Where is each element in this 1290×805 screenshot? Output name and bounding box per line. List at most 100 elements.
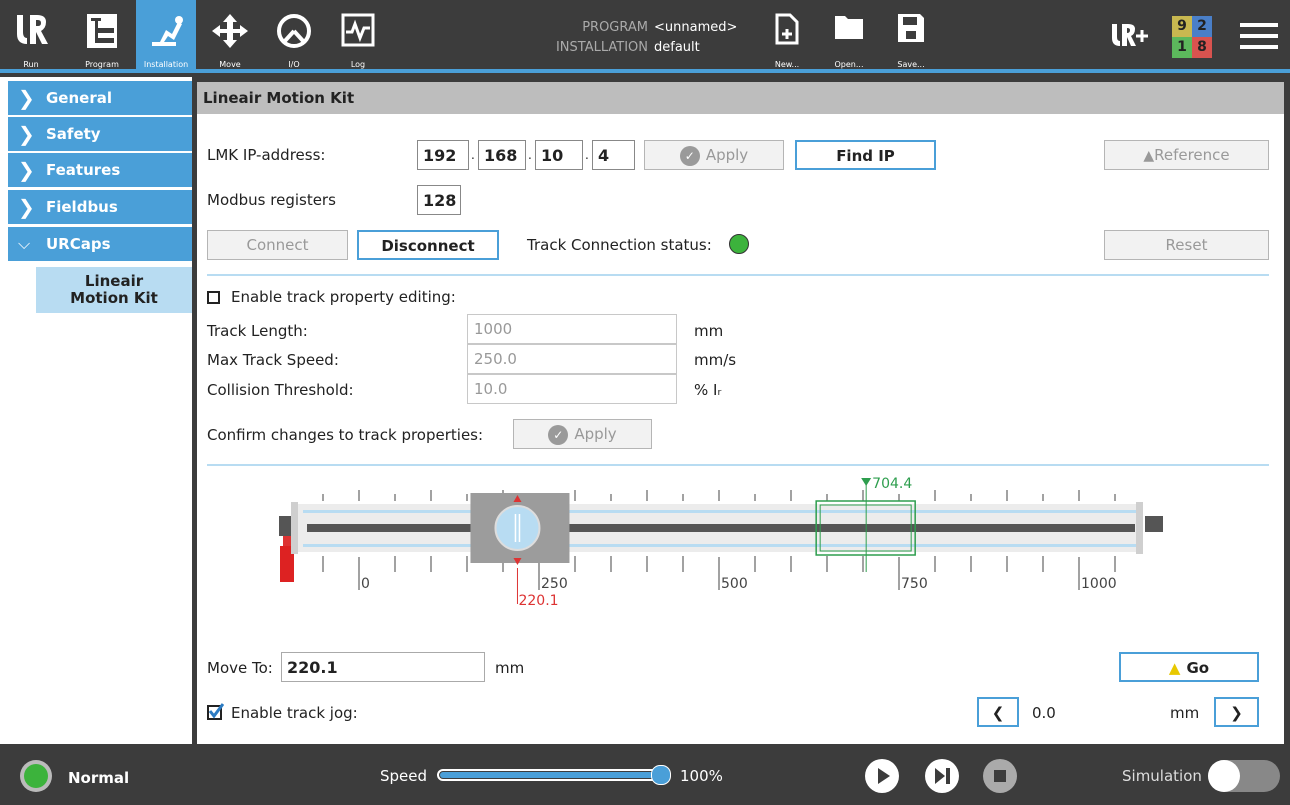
enable-track-jog-label: Enable track jog: <box>231 704 358 722</box>
warning-icon: ▲ <box>1143 148 1155 164</box>
save-icon <box>898 14 924 42</box>
go-label: Go <box>1186 659 1210 677</box>
chevron-right-icon: ❯ <box>1230 704 1243 722</box>
go-button[interactable]: ▲ Go <box>1119 652 1259 682</box>
ip-octet-2[interactable]: 168 <box>478 140 526 170</box>
speed-slider-fill <box>440 772 662 778</box>
robot-arm-icon <box>152 16 183 46</box>
apply-track-properties-button[interactable]: ✓ Apply <box>513 419 652 449</box>
chevron-right-icon: ❯ <box>18 122 35 146</box>
nav-program-label: Program <box>85 60 119 69</box>
play-button[interactable] <box>865 759 899 793</box>
sidebar-item-general[interactable]: ❯ General <box>8 81 192 115</box>
track-carriage-knob <box>494 505 541 551</box>
nav-installation-button[interactable]: Installation <box>136 0 196 73</box>
save-program-button[interactable]: Save... <box>884 0 938 73</box>
enable-track-property-editing-checkbox[interactable] <box>207 291 220 304</box>
speed-slider[interactable] <box>437 765 671 785</box>
collision-threshold-input[interactable]: 10.0 <box>467 374 677 404</box>
nav-run-button[interactable]: Run <box>10 0 52 73</box>
modbus-registers-input[interactable]: 128 <box>417 185 461 215</box>
reference-label: Reference <box>1154 146 1230 164</box>
jog-increase-button[interactable]: ❯ <box>1214 697 1259 727</box>
sidebar-subitem-label-line2: Motion Kit <box>70 289 158 307</box>
ip-octet-1[interactable]: 192 <box>417 140 469 170</box>
simulation-toggle[interactable] <box>1208 760 1280 792</box>
track-target-arrow-icon <box>861 478 872 486</box>
apply-ip-button[interactable]: ✓ Apply <box>644 140 784 170</box>
ip-separator: . <box>585 148 589 162</box>
move-to-input[interactable]: 220.1 <box>281 652 485 682</box>
nav-installation-label: Installation <box>143 60 189 69</box>
counter-4: 8 <box>1192 37 1212 58</box>
ur-plus-icon <box>1112 24 1148 46</box>
track-right-endstop <box>1145 516 1163 532</box>
open-program-button[interactable]: Open... <box>822 0 876 73</box>
io-counters[interactable]: 9 2 1 8 <box>1172 16 1212 58</box>
track-visualization[interactable]: 0 250 500 750 1000 704.4 220.1 <box>197 472 1284 632</box>
ip-address-label: LMK IP-address: <box>207 146 326 164</box>
reset-button[interactable]: Reset <box>1104 230 1269 260</box>
collision-threshold-unit: % Iᵣ <box>694 381 722 399</box>
nav-io-label: I/O <box>288 60 300 69</box>
sidebar-item-label: Safety <box>46 125 101 143</box>
sidebar-item-features[interactable]: ❯ Features <box>8 153 192 187</box>
sidebar-item-label: URCaps <box>46 235 111 253</box>
divider <box>207 464 1269 466</box>
reference-button[interactable]: ▲Reference <box>1104 140 1269 170</box>
counter-2: 2 <box>1192 16 1212 37</box>
program-name: <unnamed> <box>654 20 738 35</box>
move-arrows-icon <box>212 14 248 48</box>
nav-io-button[interactable]: I/O <box>264 0 324 73</box>
stop-button[interactable] <box>983 759 1017 793</box>
ip-separator: . <box>528 148 532 162</box>
disconnect-label: Disconnect <box>381 237 475 255</box>
track-connection-status-label: Track Connection status: <box>527 236 712 254</box>
folder-icon <box>835 16 863 39</box>
counter-3: 1 <box>1172 37 1192 58</box>
robot-status-button[interactable] <box>20 760 52 792</box>
check-circle-icon: ✓ <box>679 145 700 166</box>
main-panel: Lineair Motion Kit LMK IP-address: 192 .… <box>197 82 1284 744</box>
sidebar-item-lineair-motion-kit[interactable]: Lineair Motion Kit <box>36 267 192 313</box>
bottom-bar: Normal Speed 100% Simulation <box>0 745 1290 805</box>
jog-decrease-button[interactable]: ❮ <box>977 697 1019 727</box>
sidebar-item-label: Features <box>46 161 121 179</box>
nav-move-button[interactable]: Move <box>200 0 260 73</box>
speed-percent: 100% <box>680 767 723 785</box>
find-ip-button[interactable]: Find IP <box>795 140 936 170</box>
ip-octet-4[interactable]: 4 <box>592 140 635 170</box>
chevron-right-icon: ❯ <box>18 86 35 110</box>
move-to-label: Move To: <box>207 659 273 677</box>
robot-status-led-icon <box>24 764 48 788</box>
simulation-toggle-knob <box>1208 760 1240 792</box>
jog-unit: mm <box>1170 704 1200 722</box>
enable-track-jog-checkbox[interactable] <box>207 703 224 720</box>
ip-octet-3[interactable]: 10 <box>535 140 583 170</box>
enable-track-property-editing-label: Enable track property editing: <box>231 288 456 306</box>
main-menu-button[interactable] <box>1240 20 1280 54</box>
stop-icon <box>994 770 1006 782</box>
disconnect-button[interactable]: Disconnect <box>357 230 499 260</box>
connect-button[interactable]: Connect <box>207 230 348 260</box>
nav-run-label: Run <box>23 60 39 69</box>
speed-slider-handle[interactable] <box>651 765 671 785</box>
track-length-input[interactable]: 1000 <box>467 314 677 344</box>
new-program-button[interactable]: New... <box>762 0 812 73</box>
counter-1: 9 <box>1172 16 1192 37</box>
jog-value: 0.0 <box>1032 704 1056 722</box>
apply-track-properties-label: Apply <box>574 425 617 443</box>
robot-status-label: Normal <box>68 769 130 787</box>
ur-plus-button[interactable] <box>1110 20 1154 58</box>
nav-log-button[interactable]: Log <box>328 0 388 73</box>
connection-status-indicator <box>729 234 749 254</box>
sidebar-item-safety[interactable]: ❯ Safety <box>8 117 192 151</box>
max-track-speed-input[interactable]: 250.0 <box>467 344 677 374</box>
program-icon <box>87 14 117 48</box>
sidebar-item-fieldbus[interactable]: ❯ Fieldbus <box>8 190 192 224</box>
track-tick-label: 250 <box>541 576 568 592</box>
sidebar-item-urcaps[interactable]: ⌵ URCaps <box>8 227 192 261</box>
chevron-down-icon: ⌵ <box>18 234 31 253</box>
nav-program-button[interactable]: Program <box>72 0 132 73</box>
step-button[interactable] <box>925 759 959 793</box>
